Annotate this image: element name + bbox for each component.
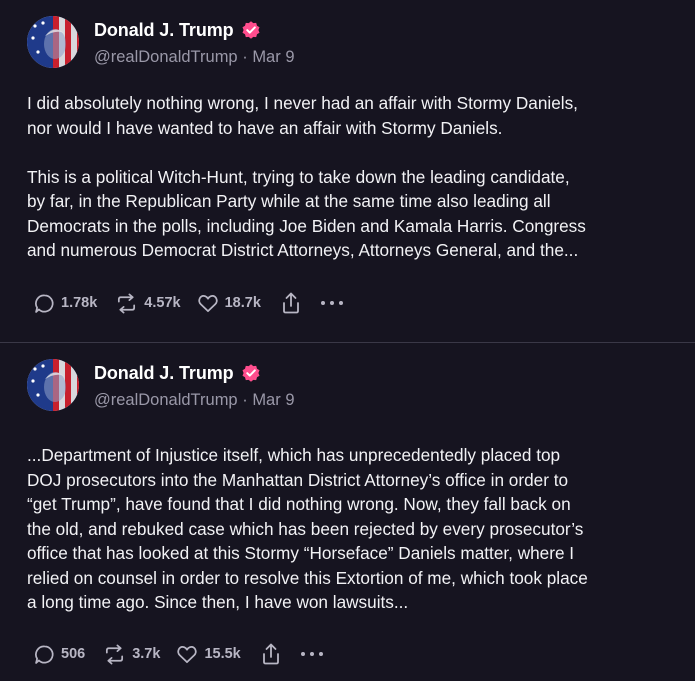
more-icon (320, 298, 344, 308)
post-meta: @realDonaldTrump · Mar 9 (94, 48, 295, 67)
post[interactable]: Donald J. Trump @realDonaldTrump · Mar 9… (0, 343, 695, 681)
post-date[interactable]: Mar 9 (252, 391, 294, 409)
post-line: DOJ prosecutors into the Manhattan Distr… (27, 469, 569, 490)
post-line: by far, in the Republican Party while at… (27, 191, 551, 211)
more-button[interactable] (300, 649, 324, 659)
meta-separator: · (242, 48, 253, 66)
action-bar: 1.78k 4.57k 18.7k (33, 290, 344, 316)
post-line: This is a political Witch-Hunt, trying t… (27, 166, 570, 187)
reply-icon (33, 292, 56, 315)
like-icon (175, 643, 199, 666)
repost-button[interactable]: 3.7k (102, 643, 160, 666)
post-body: ...Department of Injustice itself, which… (27, 443, 682, 615)
post-line: I did absolutely nothing wrong, I never … (27, 93, 578, 113)
repost-count: 4.57k (144, 295, 181, 311)
more-icon (300, 649, 324, 659)
post-line: Democrats in the polls, including Joe Bi… (27, 215, 586, 236)
handle[interactable]: @realDonaldTrump (94, 391, 238, 409)
post-line: the old, and rebuked case which has been… (27, 518, 584, 539)
display-name[interactable]: Donald J. Trump (94, 363, 234, 384)
share-button[interactable] (260, 642, 282, 666)
repost-count: 3.7k (132, 646, 161, 662)
post-date[interactable]: Mar 9 (252, 48, 294, 66)
share-icon (280, 291, 302, 315)
reply-button[interactable]: 1.78k (33, 292, 97, 315)
repost-icon (114, 292, 139, 315)
reply-count: 1.78k (61, 295, 98, 311)
like-button[interactable]: 15.5k (175, 643, 241, 666)
reply-button[interactable]: 506 (33, 643, 85, 666)
verified-badge-icon (241, 20, 261, 40)
share-button[interactable] (280, 291, 302, 315)
post-line: ...Department of Injustice itself, which… (27, 445, 561, 465)
post-body: I did absolutely nothing wrong, I never … (27, 91, 682, 263)
display-name[interactable]: Donald J. Trump (94, 20, 234, 41)
post-line: relied on counsel in order to resolve th… (27, 567, 588, 588)
post-line: a long time ago. Since then, I have won … (27, 592, 409, 612)
avatar[interactable] (27, 359, 79, 411)
avatar[interactable] (27, 16, 79, 68)
action-bar: 506 3.7k 15.5k (33, 641, 324, 667)
like-icon (196, 292, 220, 315)
like-count: 18.7k (224, 295, 261, 311)
repost-icon (102, 643, 127, 666)
post-line: and numerous Democrat District Attorneys… (27, 240, 579, 260)
post-line: nor would I have wanted to have an affai… (27, 117, 503, 138)
handle[interactable]: @realDonaldTrump (94, 48, 238, 66)
more-button[interactable] (320, 298, 344, 308)
post-meta: @realDonaldTrump · Mar 9 (94, 391, 295, 410)
reply-icon (33, 643, 56, 666)
like-count: 15.5k (204, 646, 241, 662)
reply-count: 506 (61, 646, 86, 662)
share-icon (260, 642, 282, 666)
post[interactable]: Donald J. Trump @realDonaldTrump · Mar 9… (0, 0, 695, 342)
like-button[interactable]: 18.7k (196, 292, 261, 315)
verified-badge-icon (241, 363, 261, 383)
meta-separator: · (242, 391, 253, 409)
post-line: “get Trump”, have found that I did nothi… (27, 494, 571, 514)
post-line: office that has looked at this Stormy “H… (27, 543, 575, 563)
repost-button[interactable]: 4.57k (114, 292, 181, 315)
